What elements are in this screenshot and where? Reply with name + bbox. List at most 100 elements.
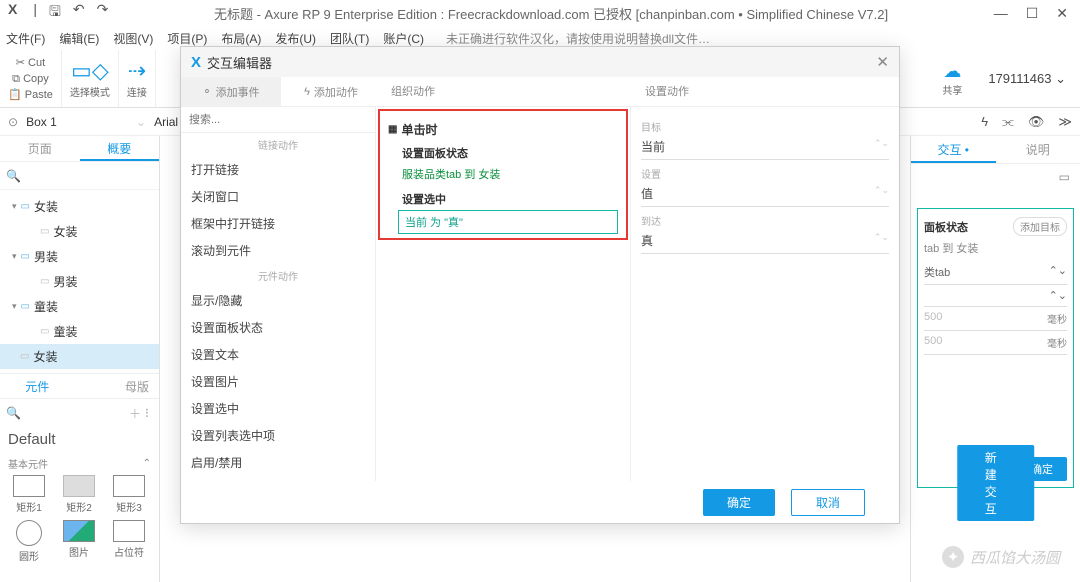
maximize-icon[interactable]: ☐ [1026, 5, 1039, 22]
select-mode-group[interactable]: ▭◇ 选择模式 [62, 50, 119, 107]
case-action-selected[interactable]: 当前 为 "真" [398, 210, 618, 234]
left-pane: 页面 概要 🔍 ▾▭女装 ▭女装 ▾▭男装 ▭男装 ▾▭童装 ▭童装 ▭女装 元… [0, 136, 160, 582]
chain-icon[interactable]: ⫘ [1002, 114, 1014, 130]
widget-rect3[interactable]: 矩形3 [104, 475, 154, 514]
action-item[interactable]: 设置选中 [181, 395, 375, 422]
menu-project[interactable]: 项目(P) [167, 30, 207, 47]
tree-node[interactable]: ▾▭女装 [0, 194, 159, 219]
action-item[interactable]: 滚动到元件 [181, 237, 375, 264]
field-set[interactable]: 值⌃⌄ [641, 181, 889, 207]
select-mode-icon: ▭◇ [71, 58, 109, 84]
share-group[interactable]: ☁ 共享 [934, 59, 970, 99]
tree-node-selected[interactable]: ▭女装 [0, 344, 159, 369]
action-search-input[interactable] [181, 107, 375, 133]
connect-label: 连接 [127, 84, 147, 99]
action-item[interactable]: 设置文本 [181, 341, 375, 368]
menu-team[interactable]: 团队(T) [330, 30, 369, 47]
add-target-button[interactable]: 添加目标 [1013, 217, 1067, 236]
menu-edit[interactable]: 编辑(E) [59, 30, 99, 47]
widget-placeholder[interactable]: 占位符 [104, 520, 154, 563]
tab-interactions[interactable]: 交互 • [911, 136, 996, 163]
dialog-ok-button[interactable]: 确定 [703, 489, 775, 516]
widget-image[interactable]: 图片 [54, 520, 104, 563]
tree-node[interactable]: ▾▭童装 [0, 294, 159, 319]
library-name[interactable]: Default [0, 427, 159, 452]
app-title: 无标题 - Axure RP 9 Enterprise Edition : Fr… [108, 4, 993, 23]
connect-icon: ⇢ [128, 58, 146, 84]
license-number[interactable]: 179111463 ⌄ [988, 71, 1066, 87]
tab-masters[interactable]: 母版 [75, 374, 160, 398]
field-target[interactable]: 当前⌃⌄ [641, 134, 889, 160]
menu-file[interactable]: 文件(F) [6, 30, 45, 47]
widget-rect1[interactable]: 矩形1 [4, 475, 54, 514]
expand-icon[interactable]: ≫ [1058, 114, 1072, 130]
settings-column: 目标 当前⌃⌄ 设置 值⌃⌄ 到达 真⌃⌄ [631, 107, 899, 481]
tab-page[interactable]: 页面 [0, 136, 80, 161]
dialog-titlebar[interactable]: X交互编辑器 ✕ [181, 47, 899, 77]
event-column: ▦单击时 设置面板状态 服装品类tab 到 女装 设置选中 当前 为 "真" [376, 107, 631, 481]
add-lib-icon[interactable]: ＋ ⠇ [129, 405, 153, 422]
wechat-icon: ✦ [942, 546, 964, 568]
field-dur1[interactable]: 500毫秒 [924, 307, 1067, 331]
action-list: 链接动作 打开链接 关闭窗口 框架中打开链接 滚动到元件 元件动作 显示/隐藏 … [181, 107, 376, 481]
action-item[interactable]: 关闭窗口 [181, 183, 375, 210]
save-icon[interactable]: 🖫 [49, 1, 61, 25]
widget-rect2[interactable]: 矩形2 [54, 475, 104, 514]
tab-add-action[interactable]: ϟ 添加动作 [281, 77, 381, 106]
tab-add-event[interactable]: ⚬ 添加事件 [181, 77, 281, 106]
dialog-cancel-button[interactable]: 取消 [791, 489, 865, 516]
copy-button[interactable]: ⧉ Copy [12, 71, 49, 87]
dialog-title-text: 交互编辑器 [207, 53, 272, 72]
action-item[interactable]: 打开链接 [181, 156, 375, 183]
minimize-icon[interactable]: — [994, 5, 1008, 22]
close-icon[interactable]: ✕ [1056, 5, 1068, 22]
action-group-link: 链接动作 [181, 133, 375, 156]
tab-notes[interactable]: 说明 [996, 136, 1080, 163]
tree-node[interactable]: ▭女装 [0, 219, 159, 244]
share-label: 共享 [942, 82, 962, 97]
field-empty1[interactable]: ⌃⌄ [924, 285, 1067, 307]
case-action-title[interactable]: 设置面板状态 [388, 142, 618, 164]
right-pane: 交互 • 说明 ▭ 面板状态添加目标 tab 到 女装 类tab⌃⌄ ⌃⌄ 50… [910, 136, 1080, 582]
paste-button[interactable]: 📋 Paste [8, 87, 53, 103]
action-item[interactable]: 设置列表选中项 [181, 422, 375, 449]
undo-icon[interactable]: ↶ [73, 1, 85, 25]
tree-node[interactable]: ▭男装 [0, 269, 159, 294]
action-item[interactable]: 移动 [181, 476, 375, 481]
action-item[interactable]: 框架中打开链接 [181, 210, 375, 237]
interaction-editor-dialog: X交互编辑器 ✕ ⚬ 添加事件 ϟ 添加动作 组织动作 设置动作 链接动作 打开… [180, 46, 900, 524]
inspector-icon[interactable]: ▭ [911, 164, 1080, 190]
widget-circle[interactable]: 圆形 [4, 520, 54, 563]
outline-search[interactable]: 🔍 [0, 162, 159, 190]
action-item[interactable]: 设置图片 [181, 368, 375, 395]
event-desc: tab 到 女装 [924, 236, 1067, 260]
menu-view[interactable]: 视图(V) [113, 30, 153, 47]
action-item[interactable]: 启用/禁用 [181, 449, 375, 476]
event-title[interactable]: ▦单击时 [388, 117, 618, 142]
field-to[interactable]: 真⌃⌄ [641, 228, 889, 254]
dialog-close-icon[interactable]: ✕ [876, 53, 889, 71]
cut-button[interactable]: ✂ Cut [16, 55, 45, 71]
menu-account[interactable]: 账户(C) [383, 30, 424, 47]
menu-warning: 未正确进行软件汉化，请按使用说明替换dll文件… [446, 30, 710, 47]
collapse-icon[interactable]: ⌃ [143, 458, 151, 469]
tree-node[interactable]: ▭童装 [0, 319, 159, 344]
case-action-title[interactable]: 设置选中 [388, 188, 618, 210]
new-interaction-button[interactable]: 新建交互 [957, 445, 1035, 521]
title-bar: X | 🖫 ↶ ↷ 无标题 - Axure RP 9 Enterprise Ed… [0, 0, 1080, 26]
action-item[interactable]: 设置面板状态 [181, 314, 375, 341]
field-dur2[interactable]: 500毫秒 [924, 331, 1067, 355]
redo-icon[interactable]: ↷ [97, 1, 109, 25]
menu-arrange[interactable]: 布局(A) [221, 30, 261, 47]
tree-node[interactable]: ▾▭男装 [0, 244, 159, 269]
action-item[interactable]: 显示/隐藏 [181, 287, 375, 314]
eye-icon[interactable]: 👁 [1028, 114, 1045, 130]
menu-publish[interactable]: 发布(U) [275, 30, 316, 47]
lightning-icon[interactable]: ϟ [981, 114, 988, 130]
widget-search[interactable]: 🔍＋ ⠇ [0, 399, 159, 427]
field-tab[interactable]: 类tab⌃⌄ [924, 260, 1067, 285]
tab-widgets[interactable]: 元件 [0, 374, 75, 398]
connect-group[interactable]: ⇢ 连接 [119, 50, 156, 107]
widget-name-select[interactable]: Box 1 ⌄ [26, 115, 146, 129]
tab-outline[interactable]: 概要 [80, 136, 160, 161]
